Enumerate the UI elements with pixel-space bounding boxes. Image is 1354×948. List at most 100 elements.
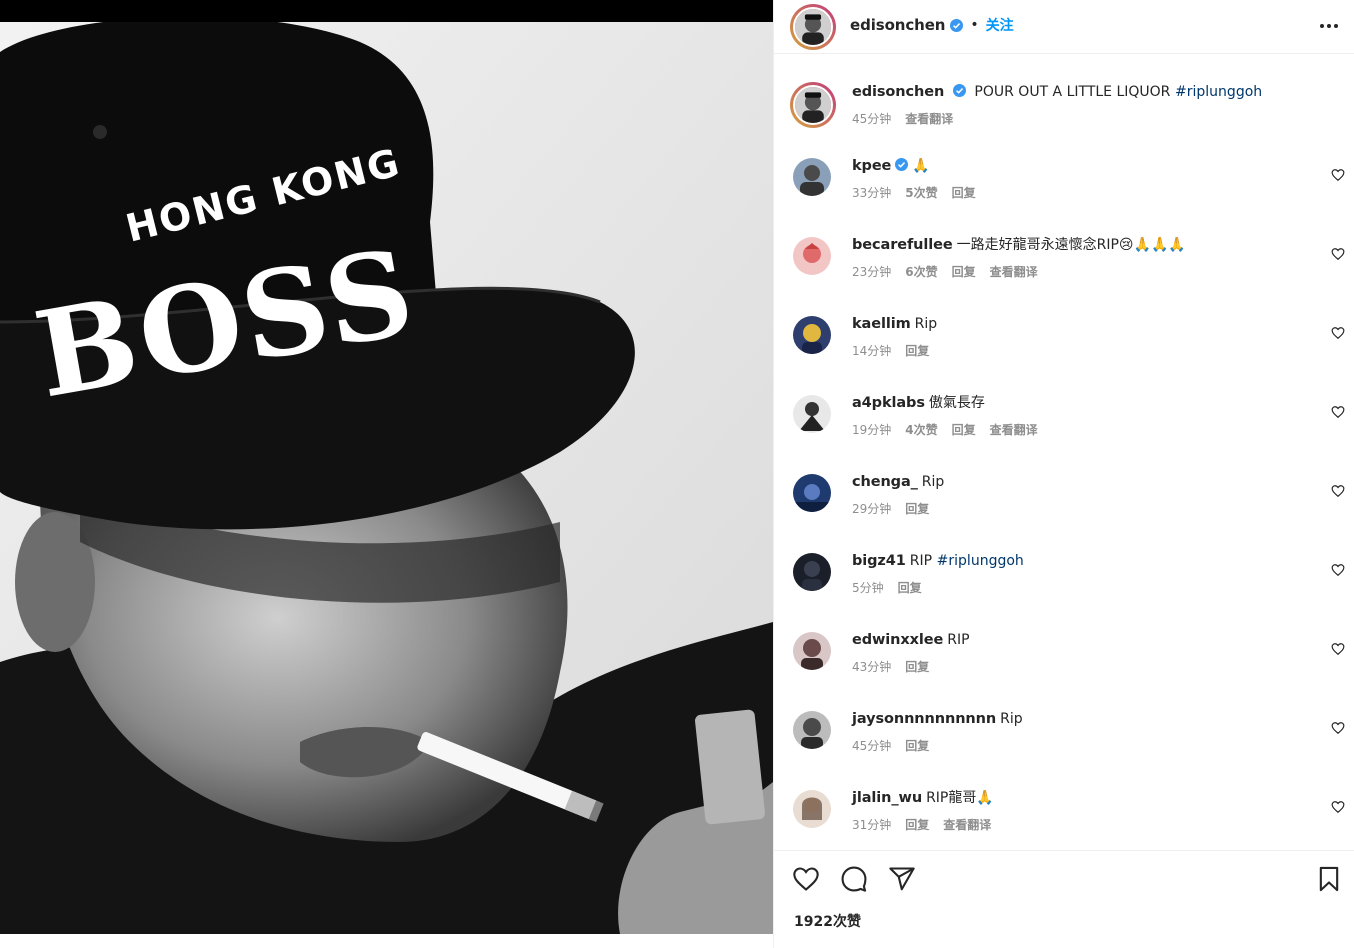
more-horizontal-icon[interactable] — [1317, 14, 1341, 38]
comment-reply-link[interactable]: 回复 — [952, 184, 976, 201]
comment-username[interactable]: becarefullee — [852, 237, 953, 253]
caption-username[interactable]: edisonchen — [852, 84, 944, 100]
commenter-avatar[interactable] — [793, 474, 831, 512]
verified-badge-icon — [952, 84, 966, 97]
comments-list: edisonchen POUR OUT A LITTLE LIQUOR #rip… — [774, 70, 1354, 850]
author-username[interactable]: edisonchen — [850, 16, 945, 34]
heart-outline-icon[interactable] — [1331, 405, 1345, 419]
commenter-avatar[interactable] — [793, 632, 831, 670]
comment-likes-count[interactable]: 4次赞 — [905, 421, 937, 438]
comment-time: 29分钟 — [852, 502, 892, 516]
comment-bubble-icon[interactable] — [840, 865, 868, 893]
heart-outline-icon[interactable] — [1331, 484, 1345, 498]
comment-time: 45分钟 — [852, 739, 892, 753]
comment-likes-count[interactable]: 5次赞 — [905, 184, 937, 201]
comment-username[interactable]: jaysonnnnnnnnnn — [852, 711, 996, 727]
post-photo[interactable]: HONG KONG BOSS — [0, 22, 773, 934]
comment-text: RIP — [947, 632, 970, 648]
comment-time: 43分钟 — [852, 660, 892, 674]
comment-text: Rip — [914, 316, 938, 332]
comment-reply-link[interactable]: 回复 — [898, 579, 922, 596]
media-top-bar — [0, 0, 773, 22]
heart-outline-icon[interactable] — [1331, 168, 1345, 182]
caption-time: 45分钟 — [852, 112, 892, 126]
caption-line: edisonchen POUR OUT A LITTLE LIQUOR #rip… — [852, 82, 1312, 102]
comment-text: RIP — [909, 553, 933, 569]
comment-reply-link[interactable]: 回复 — [905, 500, 929, 517]
comment-reply-link[interactable]: 回复 — [905, 737, 929, 754]
author-avatar[interactable] — [790, 4, 836, 50]
caption-hashtag[interactable]: #riplunggoh — [1175, 84, 1262, 100]
bookmark-icon[interactable] — [1315, 865, 1343, 893]
comment-username[interactable]: edwinxxlee — [852, 632, 943, 648]
comment-username[interactable]: kaellim — [852, 316, 911, 332]
comment-text: Rip — [921, 474, 945, 490]
header-user-info: edisonchen • 关注 — [850, 15, 1014, 35]
commenter-avatar[interactable] — [793, 711, 831, 749]
comment-row: becarefullee 一路走好龍哥永遠懷念RIP😢🙏🙏🙏 23分钟 6次赞 回复查… — [774, 235, 1354, 307]
comment-text: Rip — [1000, 711, 1023, 727]
comment-username[interactable]: jlalin_wu — [852, 790, 922, 806]
post-caption: edisonchen POUR OUT A LITTLE LIQUOR #rip… — [774, 78, 1354, 150]
comment-row: a4pklabs 傲氣長存 19分钟 4次赞 回复 查看翻译 — [774, 393, 1354, 465]
comment-username[interactable]: bigz41 — [852, 553, 906, 569]
comment-reply-link[interactable]: 回复 — [905, 342, 929, 359]
comment-row: bigz41 RIP #riplunggoh 5分钟 回复 — [774, 551, 1354, 623]
comment-row: chenga_ Rip 29分钟 回复 — [774, 472, 1354, 544]
commenter-avatar[interactable] — [793, 237, 831, 275]
comment-reply-link[interactable]: 回复 — [905, 816, 929, 833]
comment-time: 14分钟 — [852, 344, 892, 358]
comment-hashtag[interactable]: #riplunggoh — [937, 553, 1024, 569]
comment-row: jlalin_wu RIP龍哥🙏 31分钟 回复 查看翻译 — [774, 788, 1354, 850]
comment-text: 傲氣長存 — [928, 395, 985, 411]
heart-outline-icon[interactable] — [1331, 326, 1345, 340]
comment-text: 🙏 — [912, 158, 930, 174]
commenter-avatar[interactable] — [793, 553, 831, 591]
comment-translate-link[interactable]: 查看翻译 — [990, 263, 1038, 280]
commenter-avatar[interactable] — [793, 158, 831, 196]
heart-outline-icon[interactable] — [1331, 563, 1345, 577]
comment-reply-link[interactable]: 回复 — [952, 263, 976, 280]
comment-row: kpee 🙏 33分钟 5次赞 回复 — [774, 156, 1354, 228]
comment-time: 19分钟 — [852, 423, 892, 437]
post-header: edisonchen • 关注 — [774, 0, 1354, 54]
follow-button[interactable]: 关注 — [986, 15, 1014, 35]
post-media-pane: HONG KONG BOSS — [0, 0, 773, 948]
comment-reply-link[interactable]: 回复 — [905, 658, 929, 675]
photo-illustration: HONG KONG BOSS — [0, 22, 773, 934]
comment-username[interactable]: a4pklabs — [852, 395, 925, 411]
comment-row: jaysonnnnnnnnnn Rip 45分钟 回复 — [774, 709, 1354, 781]
comment-text: RIP龍哥🙏 — [926, 790, 994, 806]
comment-translate-link[interactable]: 查看翻译 — [990, 421, 1038, 438]
verified-badge-icon — [950, 18, 964, 32]
comment-likes-count[interactable]: 6次赞 — [905, 263, 937, 280]
verified-badge-icon — [895, 158, 909, 171]
commenter-avatar[interactable] — [793, 395, 831, 433]
caption-text: POUR OUT A LITTLE LIQUOR — [974, 84, 1171, 100]
comment-time: 33分钟 — [852, 186, 892, 200]
comment-time: 5分钟 — [852, 581, 884, 595]
heart-outline-icon[interactable] — [1331, 721, 1345, 735]
header-separator: • — [970, 17, 979, 33]
comment-username[interactable]: chenga_ — [852, 474, 918, 490]
caption-translate-link[interactable]: 查看翻译 — [905, 110, 953, 127]
comment-time: 31分钟 — [852, 818, 892, 832]
caption-author-avatar[interactable] — [790, 82, 836, 128]
comment-row: edwinxxlee RIP 43分钟 回复 — [774, 630, 1354, 702]
heart-outline-icon[interactable] — [1331, 247, 1345, 261]
likes-count[interactable]: 1922次赞 — [794, 911, 861, 931]
post-actions-bar: 1922次赞 — [774, 850, 1354, 948]
commenter-avatar[interactable] — [793, 790, 831, 828]
paper-plane-icon[interactable] — [888, 865, 916, 893]
heart-outline-icon[interactable] — [1331, 642, 1345, 656]
comment-time: 23分钟 — [852, 265, 892, 279]
post-side-panel: edisonchen • 关注 edisonchen POUR OUT A LI… — [773, 0, 1354, 948]
comment-translate-link[interactable]: 查看翻译 — [943, 816, 991, 833]
author-avatar-image — [793, 7, 833, 47]
like-heart-icon[interactable] — [792, 865, 820, 893]
heart-outline-icon[interactable] — [1331, 800, 1345, 814]
comment-username[interactable]: kpee — [852, 158, 891, 174]
comment-reply-link[interactable]: 回复 — [952, 421, 976, 438]
commenter-avatar[interactable] — [793, 316, 831, 354]
comment-text: 一路走好龍哥永遠懷念RIP😢🙏🙏🙏 — [956, 237, 1186, 253]
